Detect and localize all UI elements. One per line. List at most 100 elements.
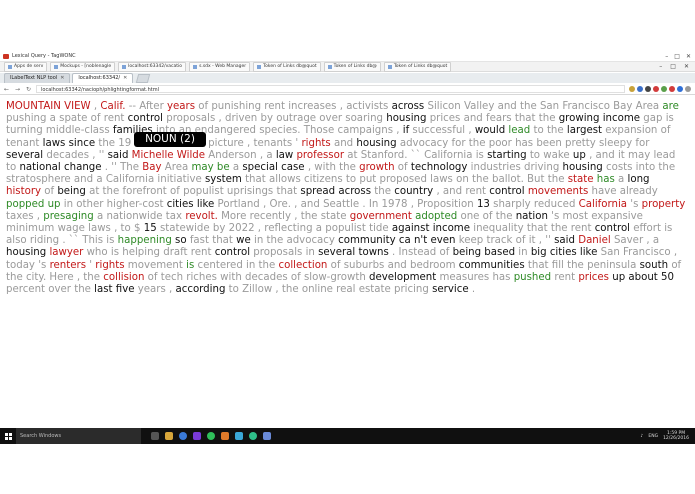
article-token[interactable]: decades , '' xyxy=(43,150,107,161)
reload-icon[interactable]: ↻ xyxy=(25,86,32,93)
article-token[interactable]: proposals , driven by outrage over soari… xyxy=(163,113,386,124)
close-tab-icon[interactable]: ✕ xyxy=(123,74,127,83)
article-token[interactable]: property xyxy=(642,199,686,210)
article-token[interactable]: across xyxy=(338,186,371,197)
article-token[interactable]: development xyxy=(369,272,436,283)
article-token[interactable]: said xyxy=(554,235,575,246)
article-token[interactable]: like xyxy=(197,199,214,210)
bookmark-item[interactable]: Apps de serv xyxy=(4,61,48,72)
maximize-icon[interactable]: □ xyxy=(674,52,680,61)
article-token[interactable]: , and rent xyxy=(433,186,489,197)
article-token[interactable]: nation xyxy=(516,211,548,222)
article-token[interactable]: , with the xyxy=(305,162,360,173)
article-token[interactable]: successful , xyxy=(409,125,475,136)
article-token[interactable]: against xyxy=(392,223,430,234)
article-token[interactable]: of punishing rent increases , activists xyxy=(195,101,392,112)
article-token[interactable]: to Zillow , the xyxy=(225,284,301,295)
volume-icon[interactable]: ♪ xyxy=(640,434,643,439)
article-token[interactable]: technology xyxy=(411,162,468,173)
article-token[interactable]: income xyxy=(603,113,640,124)
article-token[interactable]: pushed xyxy=(514,272,551,283)
url-field[interactable]: localhost:63342/nacioph/phlightingformat… xyxy=(36,85,625,93)
article-token[interactable]: at the forefront of populist uprisings t… xyxy=(86,186,301,197)
article-token[interactable]: Bay xyxy=(142,162,161,173)
article-token[interactable]: housing xyxy=(356,138,396,149)
article-token[interactable]: of xyxy=(668,260,681,271)
article-token[interactable]: industries driving xyxy=(467,162,562,173)
article-token[interactable]: keep track of it , '' xyxy=(455,235,554,246)
article-token[interactable]: of suburbs and bedroom xyxy=(327,260,458,271)
extension-icon[interactable] xyxy=(669,86,675,92)
article-token[interactable]: movements xyxy=(528,186,588,197)
file-explorer-icon[interactable] xyxy=(165,432,173,440)
star-icon[interactable] xyxy=(629,86,635,92)
article-token[interactable]: adopted xyxy=(415,211,457,222)
task-view-icon[interactable] xyxy=(151,432,159,440)
bookmark-item[interactable]: Mockups - [noblenagle xyxy=(50,61,116,72)
bookmark-item[interactable]: Token of Links db@ xyxy=(323,61,381,72)
article-token[interactable]: movement xyxy=(125,260,187,271)
article-token[interactable]: control xyxy=(595,223,630,234)
article-token[interactable]: that fill the peninsula xyxy=(525,260,640,271)
extension-icon[interactable] xyxy=(645,86,651,92)
article-token[interactable]: More recently , the state xyxy=(218,211,350,222)
article-token[interactable]: several towns xyxy=(318,247,389,258)
article-token[interactable]: online real estate pricing xyxy=(302,284,429,295)
extension-icon[interactable] xyxy=(661,86,667,92)
article-token[interactable]: 13 xyxy=(477,199,490,210)
article-token[interactable]: lead xyxy=(508,125,530,136)
article-token[interactable]: Calif. xyxy=(100,101,125,112)
article-token[interactable]: housing xyxy=(563,162,603,173)
article-token[interactable]: California xyxy=(579,199,627,210)
article-token[interactable]: the xyxy=(371,186,394,197)
article-token[interactable]: law xyxy=(276,150,293,161)
article-token[interactable]: . xyxy=(469,284,475,295)
article-token[interactable]: that allows citizens to put proposed law… xyxy=(242,174,568,185)
article-token[interactable]: popped up xyxy=(6,199,61,210)
article-token[interactable]: control xyxy=(215,247,250,258)
article-token[interactable]: Area xyxy=(162,162,192,173)
article-token[interactable]: we xyxy=(236,235,251,246)
article-token[interactable]: ' xyxy=(86,260,95,271)
article-token[interactable]: MOUNTAIN VIEW xyxy=(6,101,91,112)
article-token[interactable]: housing xyxy=(6,247,46,258)
close-icon[interactable]: ✕ xyxy=(684,62,689,71)
article-token[interactable]: service xyxy=(432,284,469,295)
article-token[interactable]: Portland , Ore. , and Seattle . In 1978 … xyxy=(214,199,477,210)
article-token[interactable]: up xyxy=(573,150,586,161)
article-token[interactable]: to the xyxy=(530,125,567,136)
article-token[interactable]: change xyxy=(64,162,102,173)
article-token[interactable]: growth xyxy=(359,162,394,173)
spotify-icon[interactable] xyxy=(207,432,215,440)
article-token[interactable]: up about 50 xyxy=(612,272,674,283)
article-token[interactable]: 's most expansive xyxy=(548,211,643,222)
article-token[interactable]: government xyxy=(350,211,412,222)
start-button[interactable] xyxy=(0,428,16,444)
article-token[interactable]: control xyxy=(489,186,524,197)
article-token[interactable]: Michelle Wilde xyxy=(132,150,205,161)
article-token[interactable]: case xyxy=(281,162,304,173)
article-token[interactable]: expansion of xyxy=(602,125,670,136)
article-token[interactable]: lawyer xyxy=(49,247,83,258)
article-token[interactable] xyxy=(650,174,653,185)
extension-icon[interactable] xyxy=(653,86,659,92)
article-token[interactable]: centered in the xyxy=(194,260,278,271)
minimize-icon[interactable]: – xyxy=(659,62,662,71)
article-token[interactable]: collection xyxy=(279,260,328,271)
article-token[interactable]: who is helping draft rent xyxy=(83,247,214,258)
article-token[interactable]: starting xyxy=(487,150,526,161)
article-token[interactable]: national xyxy=(19,162,60,173)
article-token[interactable]: , xyxy=(91,101,101,112)
article-token[interactable]: fast that xyxy=(187,235,237,246)
bookmark-item[interactable]: Token of Links db@quot xyxy=(253,61,321,72)
article-token[interactable]: -- After xyxy=(125,101,167,112)
article-token[interactable]: in xyxy=(515,247,531,258)
article-token[interactable]: San Francisco , xyxy=(597,247,677,258)
article-token[interactable]: the 19 xyxy=(95,138,131,149)
article-token[interactable]: a nationwide tax xyxy=(94,211,186,222)
close-tab-icon[interactable]: ✕ xyxy=(60,74,64,83)
article-token[interactable]: since xyxy=(69,138,95,149)
clock[interactable]: 1:59 PM 12/26/2016 xyxy=(663,431,689,441)
app-icon[interactable] xyxy=(249,432,257,440)
article-token[interactable]: ca n't xyxy=(399,235,427,246)
